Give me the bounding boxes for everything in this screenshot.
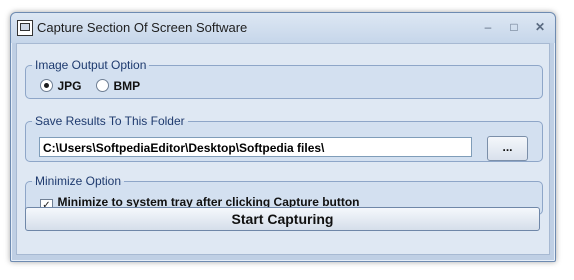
start-capturing-button[interactable]: Start Capturing (25, 207, 540, 231)
radio-jpg-label: JPG (57, 79, 82, 93)
app-icon[interactable] (17, 20, 33, 36)
radio-jpg-indicator[interactable] (40, 79, 53, 92)
radio-bmp-indicator[interactable] (96, 79, 109, 92)
maximize-icon[interactable]: □ (503, 18, 525, 36)
window-title: Capture Section Of Screen Software (37, 20, 248, 35)
app-window: Capture Section Of Screen Software – □ ✕… (10, 12, 556, 262)
radio-bmp[interactable]: BMP (96, 77, 140, 95)
folder-path-input[interactable]: C:\Users\SoftpediaEditor\Desktop\Softped… (39, 137, 472, 157)
radio-jpg[interactable]: JPG (40, 77, 81, 95)
image-output-group: Image Output Option JPG BMP (25, 58, 543, 99)
close-icon[interactable]: ✕ (529, 18, 551, 36)
image-output-legend: Image Output Option (35, 58, 147, 72)
minimize-icon[interactable]: – (477, 18, 499, 36)
browse-button[interactable]: ... (487, 136, 528, 161)
save-folder-legend: Save Results To This Folder (35, 114, 185, 128)
save-folder-group: Save Results To This Folder C:\Users\Sof… (25, 114, 543, 162)
minimize-option-legend: Minimize Option (35, 174, 122, 188)
radio-bmp-label: BMP (113, 79, 141, 93)
title-bar[interactable]: Capture Section Of Screen Software – □ ✕ (11, 13, 555, 43)
